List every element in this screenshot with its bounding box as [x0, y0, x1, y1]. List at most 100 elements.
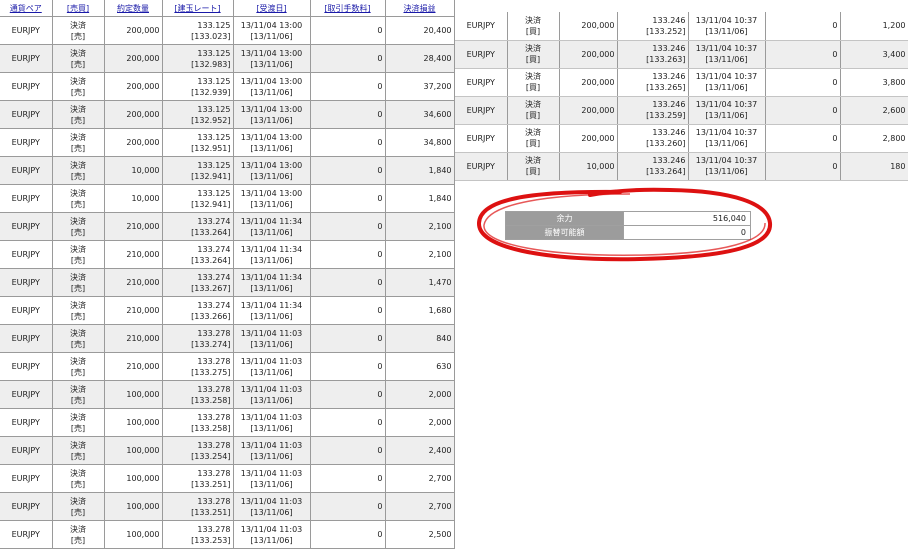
execution-datetime: 13/11/04 13:00 [240, 104, 303, 114]
currency-pair-cell: EURJPY [0, 520, 53, 549]
trade-type: 決済 [70, 384, 86, 394]
pl-cell: 1,840 [385, 156, 455, 185]
trade-history-table-left: 通貨ペア [売買] 約定数量 [建玉レート] [受渡日] [取引手数料] 決済損… [0, 0, 455, 549]
delivery-date: [13/11/06] [705, 111, 748, 120]
fee: 0 [832, 21, 838, 31]
trade-type: 決済 [525, 44, 541, 53]
fee-cell: 0 [310, 240, 386, 269]
header-side[interactable]: [売買] [52, 0, 105, 17]
header-rate[interactable]: [建玉レート] [162, 0, 234, 17]
open-rate: [133.251] [191, 507, 231, 517]
quantity-cell: 210,000 [104, 212, 163, 241]
trade-type-cell: 決済 [売] [52, 100, 105, 129]
fee-cell: 0 [310, 268, 386, 297]
delivery-date: [13/11/06] [705, 167, 748, 176]
pl-cell: 3,800 [840, 68, 908, 97]
rate-cell: 133.246 [133.263] [617, 40, 689, 69]
quantity: 100,000 [126, 418, 160, 427]
currency-pair-cell: EURJPY [0, 184, 53, 213]
execution-rate: 133.278 [197, 440, 231, 450]
currency-pair: EURJPY [11, 278, 40, 287]
execution-datetime: 13/11/04 11:03 [240, 440, 303, 450]
fee-cell: 0 [310, 520, 386, 549]
trade-side: [売] [70, 535, 86, 545]
header-quantity[interactable]: 約定数量 [104, 0, 163, 17]
execution-rate: 133.125 [197, 20, 231, 30]
delivery-date: [13/11/06] [705, 83, 748, 92]
fee-cell: 0 [310, 380, 386, 409]
date-cell: 13/11/04 13:00 [13/11/06] [233, 100, 311, 129]
trade-type-cell: 決済 [売] [52, 520, 105, 549]
rate-cell: 133.274 [133.267] [162, 268, 234, 297]
settlement-pl: 2,700 [428, 502, 452, 511]
date-cell: 13/11/04 11:03 [13/11/06] [233, 520, 311, 549]
settlement-pl: 28,400 [423, 54, 452, 63]
trade-row: EURJPY 決済 [買] 200,000 133.246 [133.260] 13/11/… [455, 124, 908, 153]
open-rate: [133.260] [646, 139, 686, 148]
quantity: 200,000 [126, 110, 160, 119]
fee-cell: 0 [765, 68, 841, 97]
quantity-cell: 10,000 [104, 156, 163, 185]
delivery-date: [13/11/06] [250, 311, 293, 321]
pl-cell: 2,800 [840, 124, 908, 153]
fee-cell: 0 [310, 408, 386, 437]
rate-cell: 133.125 [132.983] [162, 44, 234, 73]
quantity-cell: 200,000 [559, 12, 618, 41]
currency-pair-cell: EURJPY [455, 152, 508, 181]
trade-row: EURJPY 決済 [売] 100,000 133.278 [133.254] 13/11/… [0, 436, 455, 465]
execution-datetime: 13/11/04 11:03 [240, 384, 303, 394]
execution-datetime: 13/11/04 10:37 [695, 156, 758, 165]
open-rate: [133.259] [646, 111, 686, 120]
fee-cell: 0 [310, 212, 386, 241]
execution-datetime: 13/11/04 10:37 [695, 72, 758, 81]
trade-type-cell: 決済 [売] [52, 184, 105, 213]
rate-cell: 133.278 [133.251] [162, 492, 234, 521]
delivery-date: [13/11/06] [250, 255, 293, 265]
rate-cell: 133.278 [133.258] [162, 380, 234, 409]
quantity-cell: 200,000 [559, 96, 618, 125]
open-rate: [133.274] [191, 339, 231, 349]
header-delivery-date[interactable]: [受渡日] [233, 0, 311, 17]
quantity-cell: 200,000 [104, 100, 163, 129]
fee-cell: 0 [310, 352, 386, 381]
fee: 0 [377, 166, 383, 175]
currency-pair-cell: EURJPY [0, 156, 53, 185]
rate-cell: 133.274 [133.264] [162, 240, 234, 269]
trade-side: [売] [70, 171, 86, 181]
pl-cell: 2,100 [385, 212, 455, 241]
header-fee[interactable]: [取引手数料] [310, 0, 386, 17]
fee-cell: 0 [310, 296, 386, 325]
trade-side: [売] [70, 339, 86, 349]
execution-datetime: 13/11/04 10:37 [695, 44, 758, 53]
execution-rate: 133.278 [197, 468, 231, 478]
trade-row: EURJPY 決済 [売] 210,000 133.278 [133.275] 13/11/… [0, 352, 455, 381]
execution-rate: 133.246 [652, 156, 686, 165]
fee: 0 [377, 502, 383, 511]
execution-datetime: 13/11/04 11:03 [240, 524, 303, 534]
trade-side: [売] [70, 423, 86, 433]
execution-datetime: 13/11/04 11:03 [240, 328, 303, 338]
quantity-cell: 10,000 [104, 184, 163, 213]
pl-cell: 2,600 [840, 96, 908, 125]
quantity: 200,000 [581, 21, 615, 31]
execution-datetime: 13/11/04 10:37 [695, 100, 758, 109]
execution-datetime: 13/11/04 13:00 [240, 76, 303, 86]
fee-cell: 0 [310, 128, 386, 157]
quantity-cell: 100,000 [104, 380, 163, 409]
settlement-pl: 2,400 [428, 446, 452, 455]
fee-cell: 0 [310, 72, 386, 101]
rate-cell: 133.125 [133.023] [162, 16, 234, 45]
currency-pair: EURJPY [11, 390, 40, 399]
delivery-date: [13/11/06] [250, 479, 293, 489]
execution-rate: 133.278 [197, 412, 231, 422]
currency-pair: EURJPY [466, 133, 495, 143]
currency-pair: EURJPY [11, 446, 40, 455]
execution-datetime: 13/11/04 13:00 [240, 188, 303, 198]
currency-pair: EURJPY [466, 21, 495, 31]
header-currency-pair[interactable]: 通貨ペア [0, 0, 53, 17]
delivery-date: [13/11/06] [250, 423, 293, 433]
fee: 0 [377, 278, 383, 287]
fee-cell: 0 [310, 44, 386, 73]
delivery-date: [13/11/06] [250, 283, 293, 293]
header-pl[interactable]: 決済損益 [385, 0, 455, 17]
